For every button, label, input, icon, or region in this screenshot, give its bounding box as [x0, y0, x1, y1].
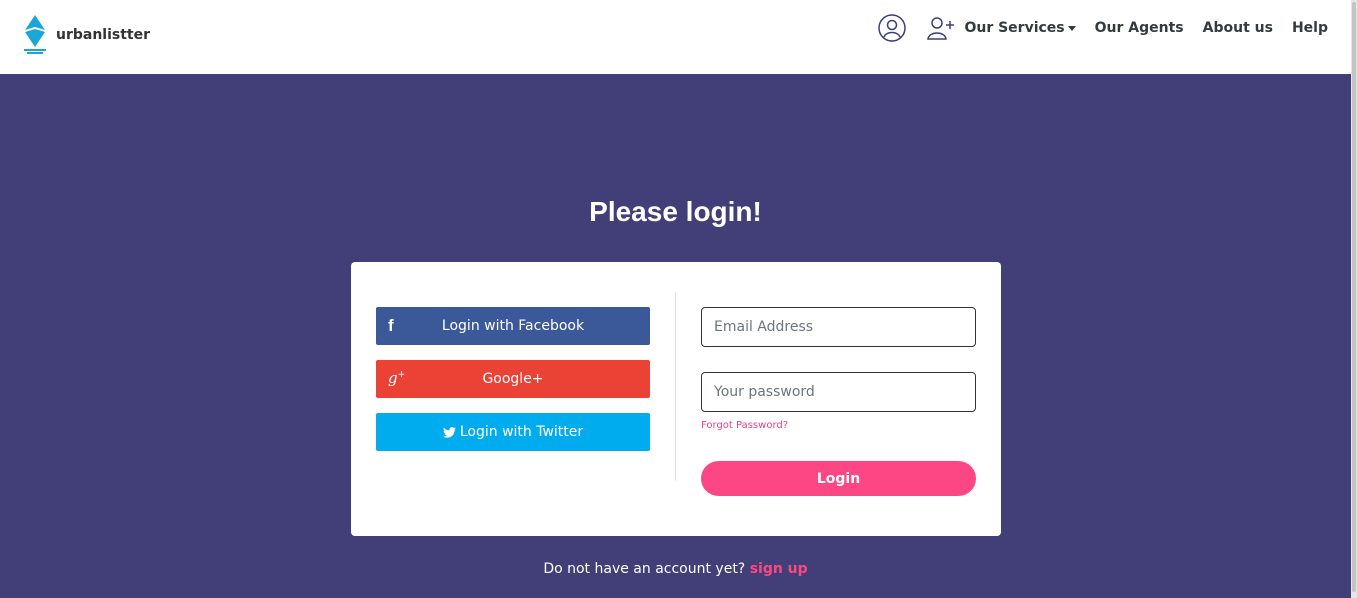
- user-plus-icon[interactable]: [926, 15, 956, 41]
- google-plus-icon: g+: [388, 369, 406, 387]
- signup-link[interactable]: sign up: [750, 561, 808, 577]
- password-field[interactable]: [701, 372, 976, 412]
- facebook-login-label: Login with Facebook: [441, 318, 585, 334]
- google-login-button[interactable]: g+ Google+: [376, 360, 650, 398]
- page-title: Please login!: [589, 196, 762, 227]
- twitter-login-label: Login with Twitter: [459, 424, 584, 440]
- our-agents-link[interactable]: Our Agents: [1095, 20, 1184, 36]
- forgot-password-link[interactable]: Forgot Password?: [701, 420, 788, 431]
- card-divider: [675, 292, 676, 481]
- twitter-icon: [442, 426, 456, 438]
- email-field[interactable]: [701, 307, 976, 347]
- our-services-dropdown[interactable]: Our Services: [964, 20, 1076, 36]
- chevron-down-icon: [1067, 25, 1076, 31]
- facebook-login-button[interactable]: f Login with Facebook: [376, 307, 650, 345]
- our-services-label: Our Services: [964, 20, 1065, 36]
- user-circle-icon[interactable]: [878, 14, 907, 42]
- about-us-link[interactable]: About us: [1203, 20, 1273, 36]
- brand-name: urbanlistter: [56, 27, 151, 43]
- signup-prompt: Do not have an account yet? sign up: [0, 561, 1351, 577]
- scrollbar-thumb[interactable]: [1352, 2, 1356, 592]
- google-login-label: Google+: [482, 371, 544, 387]
- help-link[interactable]: Help: [1292, 20, 1328, 36]
- page-scrollbar[interactable]: [1351, 0, 1357, 598]
- login-card: f Login with Facebook g+ Google+ Login w…: [351, 262, 1001, 536]
- twitter-login-button[interactable]: Login with Twitter: [376, 413, 650, 451]
- diamond-logo-icon: [24, 15, 46, 54]
- nav-menu: Our Services Our Agents About us Help: [878, 12, 1328, 44]
- top-navbar: urbanlistter Our Services Our Agents Abo…: [0, 0, 1351, 74]
- login-button[interactable]: Login: [701, 461, 976, 496]
- brand[interactable]: urbanlistter: [22, 14, 150, 56]
- signup-prompt-text: Do not have an account yet?: [543, 561, 746, 577]
- facebook-icon: f: [388, 316, 394, 335]
